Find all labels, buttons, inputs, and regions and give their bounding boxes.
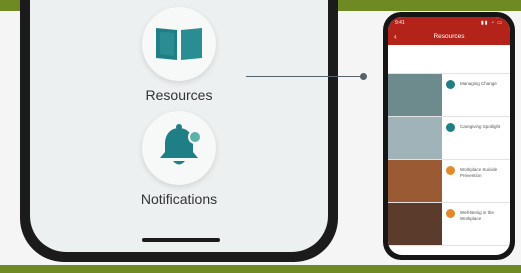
connector-dot [360,73,367,80]
connector-line [246,76,363,77]
resources-header-title: Resources [433,33,465,40]
home-indicator [142,238,220,242]
phone-mockup-small: 9:41 ▮▮ ◔ ▭ ‹ Resources Managing Change [383,12,515,260]
resources-header: ‹ Resources [388,29,510,45]
notifications-menu-item[interactable]: Notifications [30,111,328,207]
resource-category-icon [446,166,455,175]
list-item[interactable]: Managing Change [388,74,510,117]
resource-category-icon [446,123,455,132]
list-item[interactable]: Workplace Suicide Prevention [388,160,510,203]
status-bar: 9:41 ▮▮ ◔ ▭ [388,17,510,29]
resource-title: Well-Being in the Workplace [460,210,494,221]
list-item[interactable]: Well-Being in the Workplace [388,203,510,246]
bell-icon [152,121,206,176]
resource-thumbnail [388,74,442,116]
resources-icon-circle[interactable] [142,7,216,81]
phone-screen: Resources Notifications [30,0,328,252]
resource-title: Workplace Suicide Prevention [460,167,498,178]
phone-mockup-large: Resources Notifications [20,0,338,262]
resource-title: Managing Change [460,81,497,86]
book-icon [152,20,206,69]
status-time: 9:41 [395,20,405,26]
resource-title: Caregiving Spotlight [460,124,501,129]
resource-thumbnail [388,203,442,245]
resources-screen: 9:41 ▮▮ ◔ ▭ ‹ Resources Managing Change [388,17,510,255]
resource-category-icon [446,80,455,89]
resources-menu-item[interactable]: Resources [30,7,328,103]
bottom-accent-band [0,265,521,273]
resources-label: Resources [145,87,213,103]
notifications-label: Notifications [140,191,218,207]
list-item[interactable] [388,45,510,74]
resource-category-icon [446,209,455,218]
resources-list: Managing Change Caregiving Spotlight Wor… [388,45,510,246]
resource-thumbnail [388,160,442,202]
resource-thumbnail [388,117,442,159]
notifications-icon-circle[interactable] [142,111,216,185]
status-icons: ▮▮ ◔ ▭ [480,20,503,26]
list-item[interactable]: Caregiving Spotlight [388,117,510,160]
